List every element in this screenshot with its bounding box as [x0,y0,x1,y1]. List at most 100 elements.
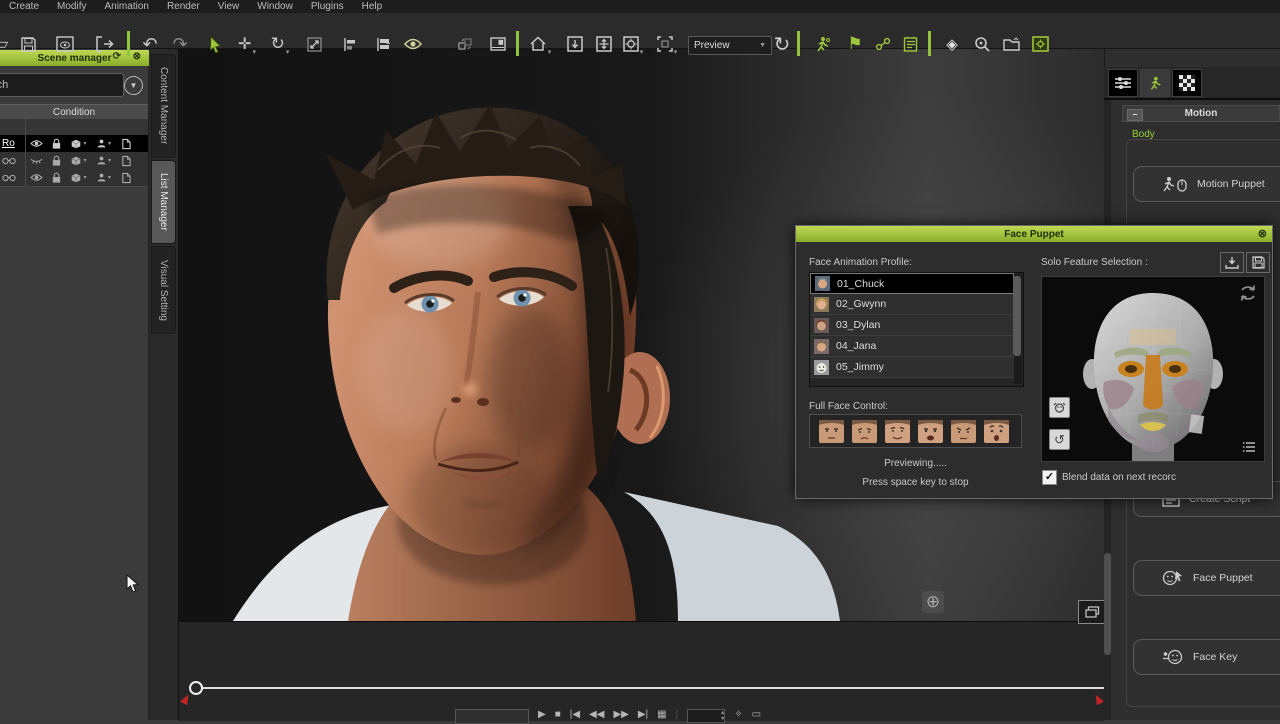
profile-list-scroll-handle[interactable] [1013,276,1021,356]
menu-help[interactable]: Help [353,1,392,12]
tab-visual-setting[interactable]: Visual Setting [151,246,176,334]
visibility-eye-icon[interactable] [26,173,46,182]
move-tool-icon[interactable]: ✛▾ [235,32,259,56]
menu-animation[interactable]: Animation [95,1,157,12]
fast-backward-button[interactable]: ◀◀ [589,709,604,720]
scene-row-root[interactable]: Ro ▾ ▾ [0,135,148,153]
dialog-titlebar[interactable]: Face Puppet ⊗ [796,226,1272,242]
align-object-icon[interactable] [338,32,362,56]
geometry-cube-icon[interactable]: ▾ [66,138,91,150]
dialog-close-icon[interactable]: ⊗ [1258,227,1267,240]
new-project-icon[interactable]: ▱ [0,32,14,56]
face-control-open[interactable] [918,420,943,443]
play-button[interactable]: ▶ [538,709,546,720]
profile-list-scrollbar[interactable] [1014,274,1022,384]
tab-list-manager[interactable]: List Manager [151,160,176,244]
geometry-cube-icon[interactable]: ▾ [66,172,91,184]
modify-scrollbar-handle[interactable] [1104,553,1111,655]
menu-view[interactable]: View [209,1,249,12]
load-profile-button[interactable] [1220,252,1244,273]
frame-down-icon[interactable] [563,32,587,56]
visibility-eye-icon[interactable] [401,32,425,56]
search-input[interactable]: rch [0,73,124,97]
face-key-button[interactable]: Face Key [1133,639,1280,675]
go-to-end-button[interactable]: ▶| [638,709,648,720]
menu-modify[interactable]: Modify [48,1,95,12]
motion-puppet-button[interactable]: Motion Puppet [1133,166,1280,202]
face-control-smile[interactable] [885,420,910,443]
refresh-icon[interactable]: ↻ [770,32,794,56]
stage-preview-icon[interactable] [53,32,77,56]
scale-tool-icon[interactable] [302,32,326,56]
select-tool-icon[interactable] [203,32,227,56]
frame-counter-field[interactable]: ▴▾ [687,709,725,723]
tab-modify-animation[interactable] [1140,69,1170,97]
solo-feature-head-preview[interactable]: ↺ [1041,276,1265,462]
profile-item-dylan[interactable]: 03_Dylan [810,315,1014,336]
actor-icon[interactable]: ▾ [91,172,116,183]
script-list-icon[interactable] [898,32,922,56]
frame-grid-icon[interactable]: ▦ [657,709,666,720]
rotate-tool-icon[interactable]: ↻▾ [268,32,292,56]
lock-icon[interactable] [46,172,66,184]
menu-render[interactable]: Render [158,1,209,12]
export-icon[interactable] [93,32,117,56]
face-control-neutral[interactable] [819,420,844,443]
profile-item-jimmy[interactable]: 05_Jimmy [810,357,1014,378]
page-icon[interactable] [116,172,136,184]
tab-modify-properties[interactable] [1108,69,1138,97]
frame-all-icon[interactable] [592,32,616,56]
scene-row-camera2[interactable]: ▾ ▾ [0,169,148,187]
frame-target-icon[interactable]: ▾ [621,32,645,56]
menu-window[interactable]: Window [248,1,302,12]
time-setting-button[interactable] [455,709,529,724]
open-folder-icon[interactable] [1000,32,1024,56]
profile-item-chuck[interactable]: 01_Chuck [810,273,1014,294]
visibility-eye-icon[interactable] [26,139,46,148]
actor-icon[interactable]: ▾ [91,138,116,149]
screen-button[interactable]: ▭ [752,709,761,720]
frame-selection-icon[interactable]: ▾ [655,32,679,56]
blend-data-checkbox[interactable]: ✓ [1042,470,1057,485]
page-icon[interactable] [116,155,136,167]
hidden-eye-icon[interactable] [26,157,46,165]
home-camera-icon[interactable]: ▾ [528,32,552,56]
tab-modify-material[interactable] [1172,69,1202,97]
save-profile-button[interactable] [1246,252,1270,273]
zoom-select-icon[interactable] [970,32,994,56]
keyframe-star-icon[interactable]: ✧ [734,709,742,720]
flag-icon[interactable]: ⚑ [843,32,867,56]
stop-button[interactable]: ■ [555,709,561,720]
search-filter-dropdown[interactable]: ▼ [124,76,143,95]
menu-plugins[interactable]: Plugins [302,1,353,12]
redo-icon[interactable]: ↷ [168,32,192,56]
fast-forward-button[interactable]: ▶▶ [613,709,628,720]
mirror-feature-icon[interactable] [1049,397,1070,418]
align-actor-icon[interactable] [371,32,395,56]
geometry-cube-icon[interactable]: ▾ [66,155,91,167]
rotate-head-icon[interactable] [1237,282,1259,304]
collapse-section-button[interactable]: – [1127,109,1143,121]
viewport-layout-button[interactable] [1078,600,1106,624]
feature-list-icon[interactable] [1240,439,1258,455]
menu-create[interactable]: Create [0,1,48,12]
profile-item-gwynn[interactable]: 02_Gwynn [810,294,1014,315]
undo-icon[interactable]: ↶ [138,32,162,56]
tab-content-manager[interactable]: Content Manager [151,54,176,158]
face-control-angry[interactable] [951,420,976,443]
save-icon[interactable] [16,32,40,56]
profile-item-jana[interactable]: 04_Jana [810,336,1014,357]
actor-icon[interactable]: ▾ [91,155,116,166]
motion-section-header[interactable]: – Motion [1122,105,1280,122]
render-mode-dropdown[interactable]: Preview ▼ [688,36,772,55]
face-control-frown[interactable] [852,420,877,443]
effects-diamond-icon[interactable]: ◈ [940,32,964,56]
lock-icon[interactable] [46,138,66,150]
export-box-icon[interactable] [1028,32,1052,56]
timeline-track[interactable] [196,687,1104,689]
scene-row-camera[interactable]: ▾ ▾ [0,152,148,170]
timeline-playhead[interactable] [189,681,203,695]
go-to-start-button[interactable]: |◀ [570,709,580,720]
link-nodes-icon[interactable] [871,32,895,56]
layout-icon[interactable] [486,32,510,56]
